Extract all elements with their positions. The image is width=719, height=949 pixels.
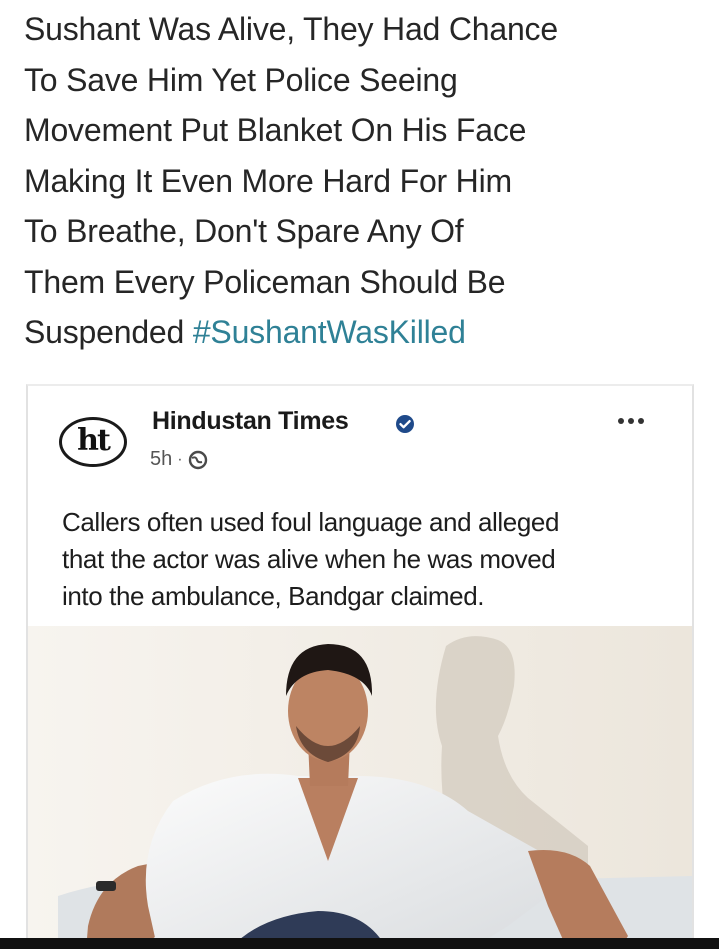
post-header: ht Hindustan Times 5h ·: [28, 386, 692, 486]
post-body-text: Callers often used foul language and all…: [62, 504, 682, 615]
post-text-line: that the actor was alive when he was mov…: [62, 544, 556, 574]
caption-line: Them Every Policeman Should Be: [24, 263, 506, 300]
post-text-line: into the ambulance, Bandgar claimed.: [62, 581, 485, 611]
post-text-line: Callers often used foul language and all…: [62, 507, 560, 537]
bottom-bar: [0, 938, 719, 949]
caption-last-line: Suspended #SushantWasKilled: [24, 307, 714, 358]
globe-icon: [188, 450, 207, 469]
publisher-logo-text: ht: [77, 423, 111, 458]
hashtag-link[interactable]: #SushantWasKilled: [193, 314, 466, 350]
caption-text: Sushant Was Alive, They Had Chance To Sa…: [24, 4, 714, 358]
caption-line-prefix: Suspended: [24, 314, 193, 350]
caption-line: Making It Even More Hard For Him: [24, 162, 512, 199]
more-options-icon[interactable]: [617, 416, 645, 426]
caption-line: To Breathe, Don't Spare Any Of: [24, 213, 464, 249]
meta-separator: ·: [177, 450, 183, 468]
caption-line: To Save Him Yet Police Seeing: [24, 61, 458, 98]
post-timestamp[interactable]: 5h: [150, 448, 172, 471]
post-meta: 5h ·: [150, 448, 208, 471]
caption-line: Movement Put Blanket On His Face: [24, 112, 527, 148]
post-photo[interactable]: [28, 626, 692, 949]
facebook-post-card: ht Hindustan Times 5h · Callers often us…: [26, 384, 694, 949]
verified-badge-icon: [396, 415, 414, 433]
publisher-avatar[interactable]: ht: [59, 417, 127, 467]
publisher-name[interactable]: Hindustan Times: [152, 407, 349, 436]
caption-line: Sushant Was Alive, They Had Chance: [24, 11, 558, 47]
